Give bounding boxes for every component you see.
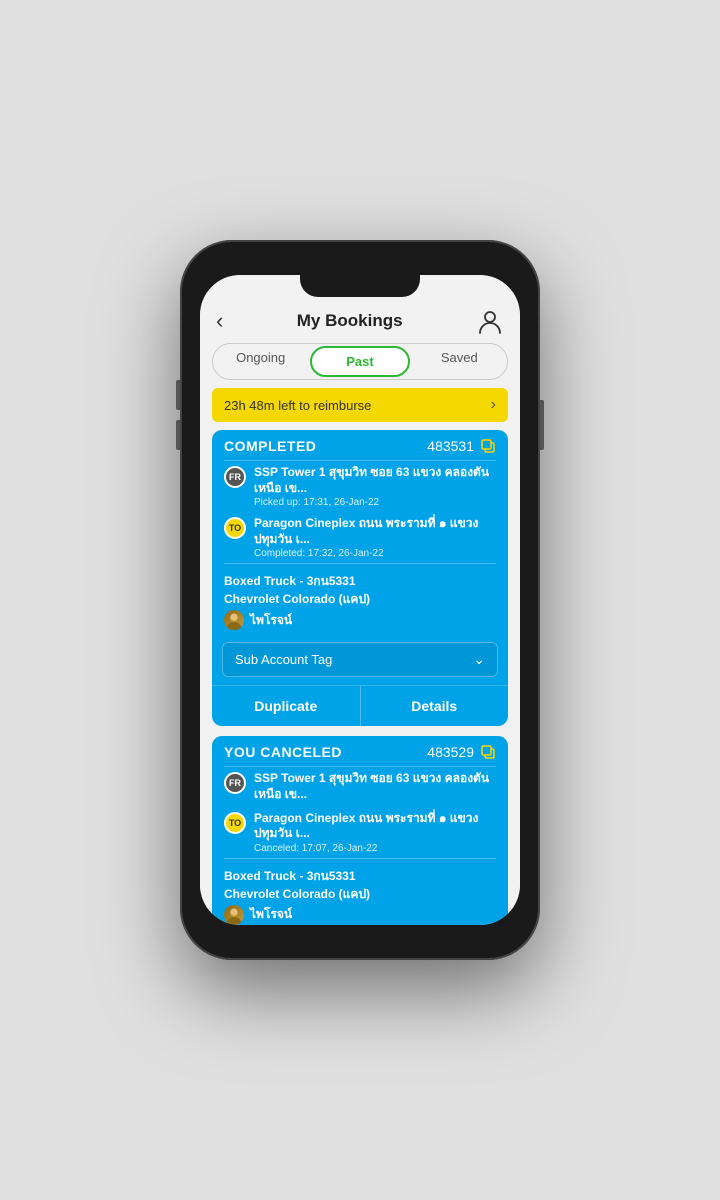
booking-id-completed: 483531	[427, 438, 474, 454]
page-title: My Bookings	[297, 311, 403, 331]
from-address-completed: SSP Tower 1 สุขุมวิท ซอย 63 แขวง คลองตัน…	[254, 465, 496, 496]
profile-icon[interactable]	[476, 307, 504, 335]
badge-fr-completed: FR	[224, 466, 246, 488]
copy-icon-canceled[interactable]	[480, 744, 496, 760]
tab-saved[interactable]: Saved	[412, 344, 507, 379]
copy-icon-completed[interactable]	[480, 438, 496, 454]
details-button-completed[interactable]: Details	[361, 686, 509, 726]
to-time-canceled: Canceled: 17:07, 26-Jan-22	[254, 843, 496, 854]
vehicle-info-completed: Boxed Truck - 3กน5331 Chevrolet Colorado…	[212, 564, 508, 634]
to-address-completed: Paragon Cineplex ถนน พระรามที่ ๑ แขวง ปท…	[254, 516, 496, 547]
action-buttons-completed: Duplicate Details	[212, 685, 508, 726]
vehicle-info-canceled: Boxed Truck - 3กน5331 Chevrolet Colorado…	[212, 859, 508, 925]
booking-id-canceled: 483529	[427, 744, 474, 760]
booking-status-canceled: YOU CANCELED	[224, 744, 342, 760]
car-model-canceled: Chevrolet Colorado (แคป)	[224, 885, 496, 903]
vehicle-type-canceled: Boxed Truck - 3กน5331	[224, 867, 496, 885]
route-from-completed: FR SSP Tower 1 สุขุมวิท ซอย 63 แขวง คลอง…	[212, 461, 508, 512]
back-button[interactable]: ‹	[216, 308, 223, 334]
tab-ongoing[interactable]: Ongoing	[213, 344, 308, 379]
reimburse-banner[interactable]: 23h 48m left to reimburse ›	[212, 388, 508, 422]
driver-name-completed: ไพโรจน์	[250, 611, 292, 630]
from-address-canceled: SSP Tower 1 สุขุมวิท ซอย 63 แขวง คลองตัน…	[254, 771, 496, 802]
badge-to-canceled: TO	[224, 812, 246, 834]
booking-status-completed: COMPLETED	[224, 438, 316, 454]
from-time-completed: Picked up: 17:31, 26-Jan-22	[254, 497, 496, 508]
to-address-canceled: Paragon Cineplex ถนน พระรามที่ ๑ แขวง ปท…	[254, 811, 496, 842]
booking-card-completed: COMPLETED 483531 FR SSP Tower 1 สุขุมวิ	[212, 430, 508, 726]
chevron-down-icon-completed: ⌄	[473, 651, 485, 668]
sub-account-label-completed: Sub Account Tag	[235, 652, 332, 667]
tab-past[interactable]: Past	[310, 346, 409, 377]
reimburse-arrow-icon: ›	[491, 396, 496, 414]
booking-card-canceled: YOU CANCELED 483529 FR SSP Tower 1 สุขุ	[212, 736, 508, 925]
driver-name-canceled: ไพโรจน์	[250, 905, 292, 924]
route-to-completed: TO Paragon Cineplex ถนน พระรามที่ ๑ แขวง…	[212, 512, 508, 563]
tab-bar: Ongoing Past Saved	[212, 343, 508, 380]
route-from-canceled: FR SSP Tower 1 สุขุมวิท ซอย 63 แขวง คลอง…	[212, 767, 508, 806]
badge-to-completed: TO	[224, 517, 246, 539]
reimburse-text: 23h 48m left to reimburse	[224, 398, 371, 413]
route-to-canceled: TO Paragon Cineplex ถนน พระรามที่ ๑ แขวง…	[212, 807, 508, 858]
to-time-completed: Completed: 17:32, 26-Jan-22	[254, 548, 496, 559]
app-header: ‹ My Bookings	[200, 303, 520, 343]
sub-account-dropdown-completed[interactable]: Sub Account Tag ⌄	[222, 642, 498, 677]
badge-fr-canceled: FR	[224, 772, 246, 794]
duplicate-button-completed[interactable]: Duplicate	[212, 686, 361, 726]
driver-avatar-completed	[224, 610, 244, 630]
vehicle-type-completed: Boxed Truck - 3กน5331	[224, 572, 496, 590]
driver-avatar-canceled	[224, 905, 244, 925]
car-model-completed: Chevrolet Colorado (แคป)	[224, 590, 496, 608]
